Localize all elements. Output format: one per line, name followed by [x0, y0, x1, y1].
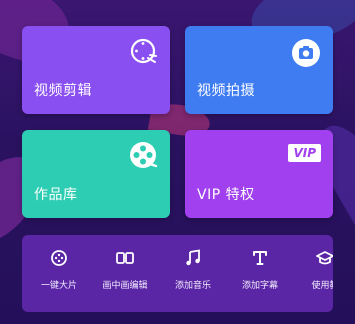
one-click-movie-icon — [51, 250, 67, 266]
tool-label: 使用教 — [311, 281, 333, 291]
vip-privilege-card[interactable]: VIP VIP 特权 — [185, 130, 333, 218]
works-library-label: 作品库 — [34, 187, 78, 203]
vip-privilege-label: VIP 特权 — [197, 187, 255, 203]
vip-badge-text: VIP — [288, 144, 321, 162]
tool-label: 一键大片 — [40, 281, 77, 291]
video-shoot-label: 视频拍摄 — [197, 83, 255, 99]
video-edit-icon — [128, 36, 158, 70]
video-shoot-card[interactable]: 视频拍摄 — [185, 26, 333, 114]
quick-tools-bar: 一键大片 画中画编辑 添加音乐 添加字幕 使用教 — [22, 235, 333, 312]
video-edit-label: 视频剪辑 — [34, 83, 92, 99]
works-library-card[interactable]: 作品库 — [22, 130, 170, 218]
vip-badge-icon: VIP — [288, 144, 321, 162]
video-edit-card[interactable]: 视频剪辑 — [22, 26, 170, 114]
tool-one-click-movie[interactable]: 一键大片 — [28, 249, 90, 292]
tool-label: 添加音乐 — [174, 281, 211, 291]
tool-add-subtitle[interactable]: 添加字幕 — [229, 249, 291, 292]
tool-tutorial[interactable]: 使用教 — [294, 249, 333, 292]
film-reel-icon — [128, 140, 158, 174]
tool-label: 添加字幕 — [241, 281, 278, 291]
camera-icon — [291, 38, 321, 72]
tool-label: 画中画编辑 — [102, 281, 148, 291]
picture-in-picture-icon — [116, 252, 134, 264]
tutorial-icon — [316, 251, 333, 265]
tool-add-music[interactable]: 添加音乐 — [162, 249, 224, 292]
tool-picture-in-picture[interactable]: 画中画编辑 — [94, 249, 156, 292]
text-icon — [253, 251, 267, 265]
music-note-icon — [186, 249, 200, 266]
